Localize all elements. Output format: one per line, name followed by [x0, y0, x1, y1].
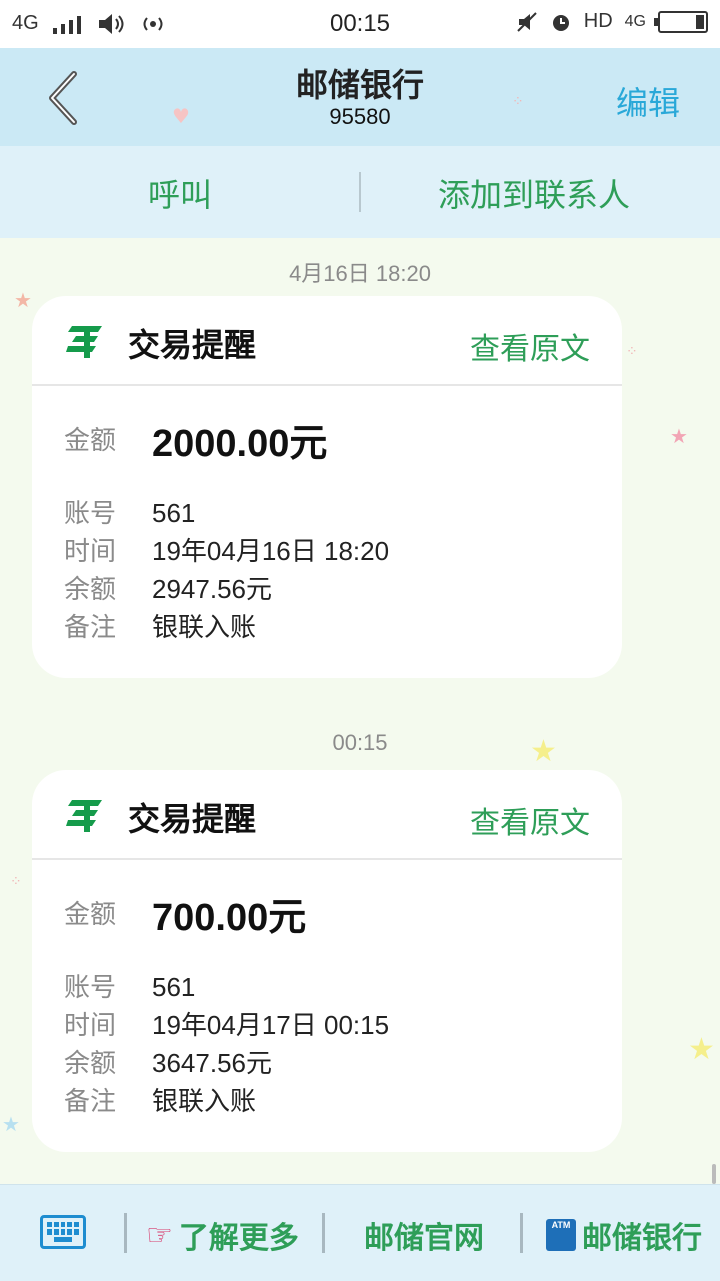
detail-key: 时间: [64, 537, 117, 567]
card-header: 交易提醒 查看原文: [32, 296, 622, 386]
call-button[interactable]: 呼叫: [148, 170, 212, 216]
detail-value: 银联入账: [152, 1086, 257, 1116]
amount-value: 700.00元: [152, 897, 307, 939]
learn-more-label: 了解更多: [178, 1221, 299, 1256]
detail-key: 余额: [64, 575, 117, 605]
status-bar: 4G 00:15 HD 4G: [0, 0, 720, 48]
learn-more-button[interactable]: ☞ 了解更多: [146, 1213, 299, 1257]
menu-divider: [520, 1213, 523, 1253]
message-timestamp: 4月16日 18:20: [289, 261, 431, 286]
star-icon: ★: [670, 424, 688, 448]
scrollbar[interactable]: [712, 1164, 716, 1184]
menu-divider: [322, 1213, 325, 1253]
card-title: 交易提醒: [128, 326, 257, 364]
pointing-hand-icon: ☞: [146, 1217, 173, 1253]
detail-key: 账号: [64, 499, 117, 529]
alarm-icon: [552, 14, 569, 31]
amount-label: 金额: [64, 426, 117, 456]
conversation-header: 邮储银行 95580 编辑 ♥: [0, 48, 720, 146]
menu-divider: [124, 1213, 127, 1253]
dots-icon: ⁘: [10, 874, 22, 890]
star-icon: ★: [2, 1112, 20, 1136]
card-header: 交易提醒 查看原文: [32, 770, 622, 860]
message-timestamp: 00:15: [332, 730, 388, 755]
detail-value: 3647.56元: [152, 1048, 272, 1078]
heart-icon: ♥: [172, 104, 190, 128]
atm-icon: ATM: [546, 1219, 576, 1251]
detail-row: 时间 19年04月17日 00:15: [64, 1006, 389, 1045]
detail-value: 561: [152, 972, 196, 1002]
detail-row: 余额 2947.56元: [64, 570, 272, 609]
bank-menu-button[interactable]: ATM 邮储银行: [546, 1213, 702, 1257]
detail-value: 19年04月17日 00:15: [152, 1010, 390, 1040]
amount-value: 2000.00元: [152, 423, 328, 465]
action-divider: [359, 172, 361, 212]
add-contact-button[interactable]: 添加到联系人: [438, 170, 630, 216]
edit-button[interactable]: 编辑: [616, 78, 680, 124]
view-original-link[interactable]: 查看原文: [470, 798, 590, 842]
detail-value: 561: [152, 498, 196, 528]
atm-badge: ATM: [551, 1220, 571, 1230]
transaction-card: 交易提醒 查看原文 金额 700.00元 账号 561 时间 19年04月17日 0…: [32, 770, 622, 1152]
keyboard-icon[interactable]: [40, 1215, 86, 1249]
official-site-label: 邮储官网: [364, 1221, 484, 1256]
card-title: 交易提醒: [128, 800, 257, 838]
contact-name: 邮储银行: [295, 66, 424, 104]
bank-menu-label: 邮储银行: [582, 1221, 702, 1256]
detail-row: 账号 561: [64, 494, 195, 533]
postal-bank-logo-icon: [66, 326, 102, 358]
view-original-link[interactable]: 查看原文: [470, 324, 590, 368]
detail-row: 备注 银联入账: [64, 608, 256, 647]
detail-row: 账号 561: [64, 968, 195, 1007]
bottom-menu-bar: ☞ 了解更多 邮储官网 ATM 邮储银行: [0, 1184, 720, 1281]
network-right-indicator: 4G: [624, 12, 646, 30]
amount-label: 金额: [64, 900, 117, 930]
contact-number: 95580: [329, 104, 391, 129]
detail-value: 2947.56元: [152, 574, 272, 604]
detail-row: 备注 银联入账: [64, 1082, 256, 1121]
mute-icon: [517, 11, 537, 32]
hd-indicator: HD: [583, 10, 613, 32]
detail-key: 余额: [64, 1049, 117, 1079]
official-site-button[interactable]: 邮储官网: [364, 1213, 484, 1257]
detail-key: 备注: [64, 1087, 117, 1117]
battery-icon: [654, 10, 708, 33]
action-row: 呼叫 添加到联系人: [0, 146, 720, 238]
dots-icon: ⁘: [512, 94, 524, 110]
star-icon: ★: [14, 288, 32, 312]
detail-row: 余额 3647.56元: [64, 1044, 272, 1083]
dots-icon: ⁘: [626, 344, 638, 360]
detail-key: 备注: [64, 613, 117, 643]
detail-key: 账号: [64, 973, 117, 1003]
detail-row: 时间 19年04月16日 18:20: [64, 532, 389, 571]
transaction-card: 交易提醒 查看原文 金额 2000.00元 账号 561 时间 19年04月16日 …: [32, 296, 622, 678]
postal-bank-logo-icon: [66, 800, 102, 832]
star-icon: ★: [688, 1032, 715, 1067]
detail-value: 19年04月16日 18:20: [152, 536, 390, 566]
detail-value: 银联入账: [152, 612, 257, 642]
status-right: HD 4G: [516, 10, 708, 33]
detail-key: 时间: [64, 1011, 117, 1041]
